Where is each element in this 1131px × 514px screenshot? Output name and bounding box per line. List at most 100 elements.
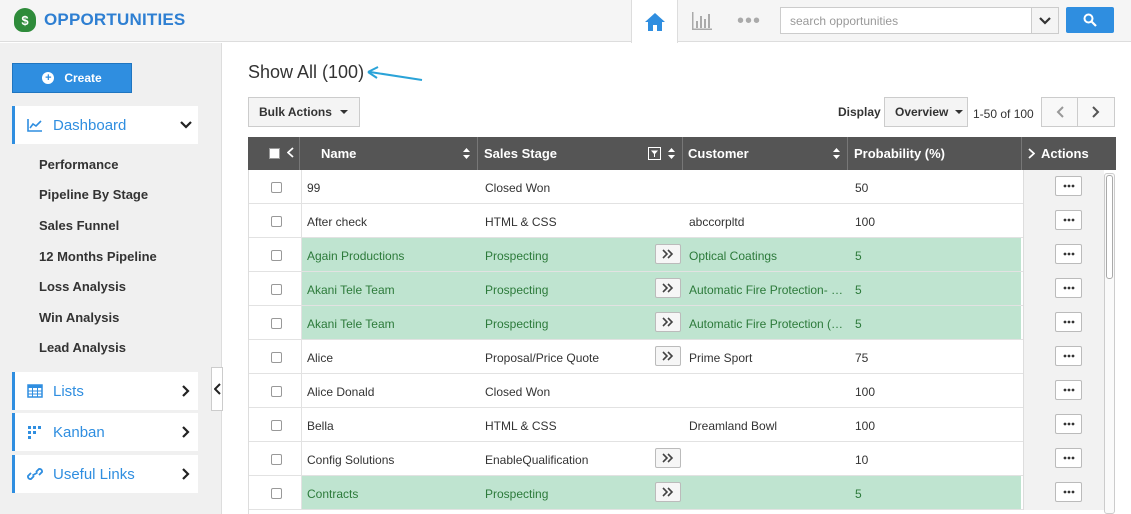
row-checkbox[interactable] — [271, 250, 282, 261]
sidebar-item-lead-analysis[interactable]: Lead Analysis — [39, 340, 126, 355]
cell-name[interactable]: Akani Tele Team — [307, 283, 477, 297]
bulk-actions-button[interactable]: Bulk Actions — [248, 97, 360, 127]
row-actions-button[interactable] — [1055, 448, 1082, 468]
row-checkbox[interactable] — [271, 488, 282, 499]
previous-page-button[interactable] — [1041, 97, 1078, 127]
column-header-label: Customer — [688, 146, 749, 161]
cell-customer[interactable]: abccorpltd — [689, 215, 845, 229]
display-select[interactable]: Overview — [884, 97, 968, 127]
row-actions-button[interactable] — [1055, 210, 1082, 230]
table-row[interactable]: Again Productions Prospecting Optical Coat… — [249, 238, 1104, 272]
sidebar-section-useful-links[interactable]: Useful Links — [12, 455, 198, 493]
sidebar-item-pipeline-by-stage[interactable]: Pipeline By Stage — [39, 187, 148, 202]
cell-customer[interactable]: Automatic Fire Protection (… — [689, 317, 845, 331]
select-all-checkbox[interactable] — [269, 148, 280, 159]
advance-stage-button[interactable] — [655, 482, 681, 502]
table-row[interactable]: Alice Donald Closed Won 100 — [249, 374, 1104, 408]
table-row[interactable]: 99 Closed Won 50 — [249, 170, 1104, 204]
cell-sales-stage: HTML & CSS — [485, 419, 557, 433]
reports-nav-button[interactable] — [680, 0, 724, 42]
row-checkbox[interactable] — [271, 454, 282, 465]
cell-name[interactable]: After check — [307, 215, 477, 229]
chevron-down-icon — [180, 119, 192, 131]
row-actions-button[interactable] — [1055, 244, 1082, 264]
row-checkbox[interactable] — [271, 386, 282, 397]
cell-probability: 75 — [855, 351, 869, 365]
chevron-left-icon[interactable] — [287, 147, 294, 158]
row-checkbox[interactable] — [271, 318, 282, 329]
table-row[interactable]: Akani Tele Team Prospecting Automatic Fire… — [249, 272, 1104, 306]
chevron-right-icon[interactable] — [1028, 148, 1035, 159]
home-nav-button[interactable] — [631, 0, 678, 43]
cell-name[interactable]: Contracts — [307, 487, 477, 501]
advance-stage-button[interactable] — [655, 278, 681, 298]
vertical-scrollbar[interactable] — [1104, 173, 1115, 514]
ellipsis-icon — [1063, 456, 1074, 460]
cell-customer[interactable]: Prime Sport — [689, 351, 845, 365]
cell-sales-stage: Prospecting — [485, 317, 549, 331]
cell-name[interactable]: Alice Donald — [307, 385, 477, 399]
app-brand[interactable]: $ OPPORTUNITIES — [14, 8, 185, 32]
sidebar-item-win-analysis[interactable]: Win Analysis — [39, 310, 119, 325]
cell-customer[interactable]: Automatic Fire Protection- … — [689, 283, 845, 297]
scrollbar-thumb[interactable] — [1106, 175, 1113, 279]
table-body: 99 Closed Won 50 After check HTML & CSS abcco… — [248, 170, 1104, 514]
column-header-name[interactable]: Name — [300, 137, 478, 170]
column-header-probability[interactable]: Probability (%) — [848, 137, 1022, 170]
row-actions-button[interactable] — [1055, 176, 1082, 196]
sidebar-section-kanban[interactable]: Kanban — [12, 413, 198, 451]
sidebar-item-sales-funnel[interactable]: Sales Funnel — [39, 218, 119, 233]
kanban-icon — [26, 423, 44, 441]
table-row[interactable]: Alice Proposal/Price Quote Prime Sport 75 — [249, 340, 1104, 374]
sidebar-collapse-toggle[interactable] — [211, 367, 223, 411]
advance-stage-button[interactable] — [655, 448, 681, 468]
sidebar-item-loss-analysis[interactable]: Loss Analysis — [39, 279, 126, 294]
table-row[interactable]: Bella HTML & CSS Dreamland Bowl 100 — [249, 408, 1104, 442]
advance-stage-button[interactable] — [655, 312, 681, 332]
sidebar-section-label: Dashboard — [53, 116, 127, 134]
sidebar-section-dashboard[interactable]: Dashboard — [12, 106, 198, 144]
row-actions-button[interactable] — [1055, 312, 1082, 332]
cell-name[interactable]: Again Productions — [307, 249, 477, 263]
cell-name[interactable]: Alice — [307, 351, 477, 365]
double-chevron-right-icon — [662, 283, 674, 293]
table-row[interactable]: Akani Tele Team Prospecting Automatic Fire… — [249, 306, 1104, 340]
table-row[interactable]: Contracts Prospecting 5 — [249, 476, 1104, 510]
search-input[interactable]: search opportunities — [780, 7, 1032, 34]
row-actions-button[interactable] — [1055, 482, 1082, 502]
row-actions-button[interactable] — [1055, 414, 1082, 434]
row-checkbox[interactable] — [271, 182, 282, 193]
cell-customer[interactable]: Dreamland Bowl — [689, 419, 845, 433]
table-row[interactable]: After check HTML & CSS abccorpltd 100 — [249, 204, 1104, 238]
row-checkbox[interactable] — [271, 420, 282, 431]
row-actions-button[interactable] — [1055, 278, 1082, 298]
search-button[interactable] — [1066, 7, 1114, 33]
bulk-actions-label: Bulk Actions — [259, 105, 332, 119]
search-dropdown-button[interactable] — [1032, 7, 1059, 34]
cell-customer[interactable]: Optical Coatings — [689, 249, 845, 263]
advance-stage-button[interactable] — [655, 346, 681, 366]
filter-icon[interactable] — [648, 147, 661, 160]
row-checkbox[interactable] — [271, 216, 282, 227]
more-nav-button[interactable]: ••• — [726, 0, 772, 42]
cell-name[interactable]: Bella — [307, 419, 477, 433]
row-actions-button[interactable] — [1055, 380, 1082, 400]
row-actions-cell — [1023, 204, 1104, 238]
cell-name[interactable]: Config Solutions — [307, 453, 477, 467]
column-header-sales-stage[interactable]: Sales Stage — [478, 137, 683, 170]
row-checkbox[interactable] — [271, 284, 282, 295]
sidebar-section-lists[interactable]: Lists — [12, 372, 198, 410]
sidebar-item-performance[interactable]: Performance — [39, 157, 118, 172]
sidebar-item-12-months-pipeline[interactable]: 12 Months Pipeline — [39, 249, 157, 264]
cell-sales-stage: Prospecting — [485, 487, 549, 501]
create-button[interactable]: + Create — [12, 63, 132, 93]
row-checkbox[interactable] — [271, 352, 282, 363]
column-header-customer[interactable]: Customer — [683, 137, 848, 170]
cell-name[interactable]: 99 — [307, 181, 477, 195]
cell-name[interactable]: Akani Tele Team — [307, 317, 477, 331]
row-actions-button[interactable] — [1055, 346, 1082, 366]
next-page-button[interactable] — [1077, 97, 1115, 127]
caret-down-icon — [339, 110, 348, 114]
advance-stage-button[interactable] — [655, 244, 681, 264]
table-row[interactable]: Config Solutions EnableQualification 10 — [249, 442, 1104, 476]
